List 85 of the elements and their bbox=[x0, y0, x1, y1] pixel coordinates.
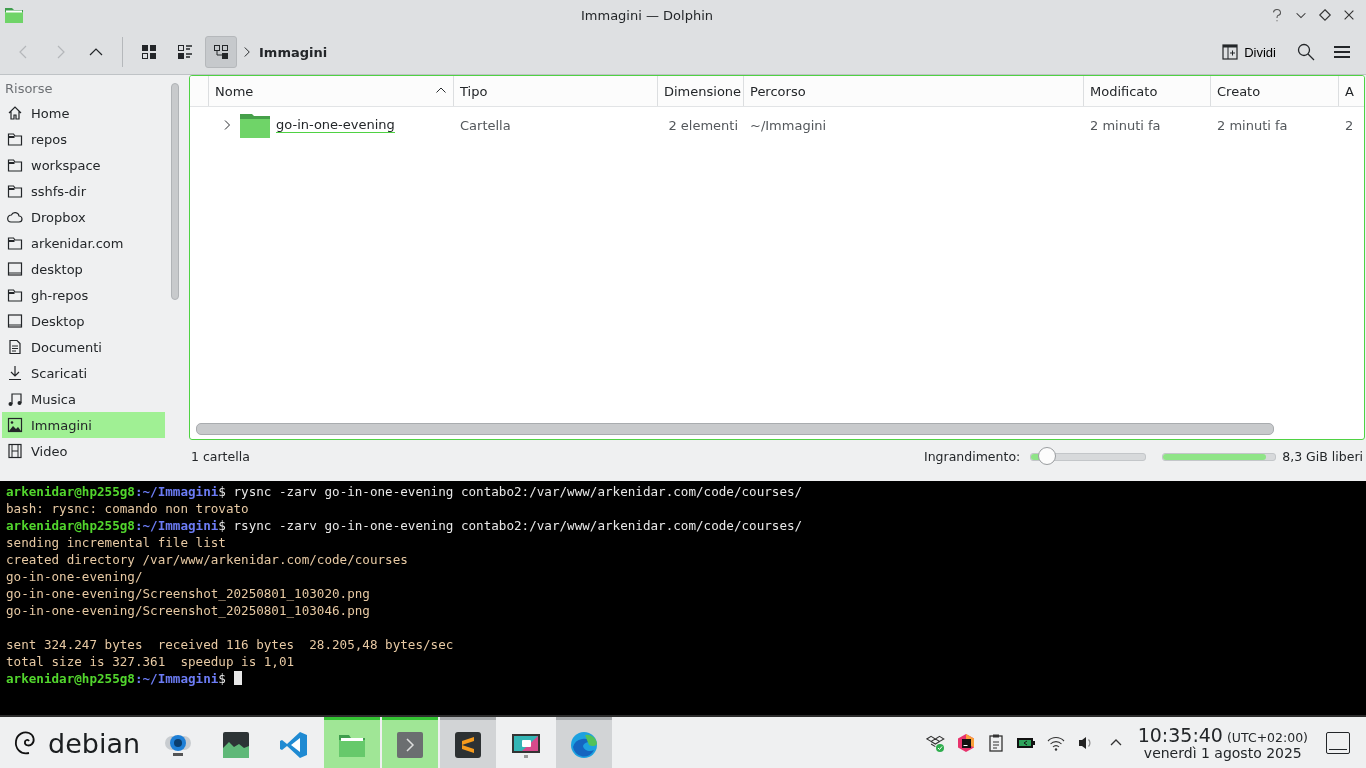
split-button[interactable]: Dividi bbox=[1222, 36, 1276, 68]
terminal[interactable] bbox=[0, 481, 1366, 715]
show-desktop-button[interactable] bbox=[1326, 732, 1350, 754]
taskbar-button[interactable] bbox=[440, 717, 497, 768]
column-header[interactable]: Tipo bbox=[453, 76, 657, 106]
table-cell-text: 2 bbox=[1344, 117, 1355, 133]
file-row[interactable]: go-in-one-evening Cartella 2 elementi ~/Immagini 2 minuti fa 2 minuti fa 2 bbox=[190, 107, 1364, 143]
cloud-icon bbox=[7, 209, 23, 225]
terminal-line: go-in-one-evening/ bbox=[6, 568, 144, 585]
sidebar-item[interactable]: Scaricati bbox=[2, 360, 165, 386]
table-cell-text: Cartella bbox=[459, 117, 512, 133]
column-header[interactable]: Percorso bbox=[743, 76, 1083, 106]
download-icon bbox=[7, 365, 23, 381]
document-icon bbox=[7, 339, 23, 355]
view-mode-button[interactable] bbox=[205, 36, 237, 68]
terminal-line: bash: rysnc: comando non trovato bbox=[6, 500, 250, 517]
breadcrumb[interactable]: Immagini bbox=[259, 44, 328, 60]
box-check-icon[interactable] bbox=[925, 733, 946, 753]
sidebar-item[interactable]: Documenti bbox=[2, 334, 165, 360]
folder-icon bbox=[240, 112, 270, 138]
table-cell-text: ~/Immagini bbox=[749, 117, 828, 133]
view-mode-icon bbox=[141, 44, 157, 60]
terminal-line: arkenidar@hp255g8:~/Immagini$ bbox=[6, 670, 1360, 687]
folder-icon bbox=[7, 287, 23, 303]
sidebar-item[interactable]: Immagini bbox=[2, 412, 165, 438]
split-view-icon bbox=[1222, 44, 1239, 60]
sidebar-item[interactable]: gh-repos bbox=[2, 282, 165, 308]
clock[interactable]: 10:35:40 (UTC+02:00) venerdì 1 agosto 2025 bbox=[1137, 717, 1308, 768]
terminal-line: sent 324.247 bytes received 116 bytes 28.205,48 bytes/sec bbox=[6, 636, 455, 653]
column-header[interactable]: Creato bbox=[1210, 76, 1338, 106]
help-icon bbox=[1270, 8, 1284, 22]
sidebar-item[interactable]: sshfs-dir bbox=[2, 178, 165, 204]
desktop-icon bbox=[7, 313, 23, 329]
clock-time: 10:35:40 bbox=[1137, 724, 1223, 746]
menu-icon bbox=[1333, 44, 1351, 60]
column-header[interactable]: Dimensione bbox=[657, 76, 743, 106]
terminal-line: arkenidar@hp255g8:~/Immagini$ rsync -zarv go-in-one-evening contabo2:/var/www/arkenidar.com/code/courses/ bbox=[6, 517, 804, 534]
scrollbar-thumb[interactable] bbox=[196, 423, 1274, 436]
table-cell-text: 2 minuti fa bbox=[1089, 117, 1162, 133]
status-summary: 1 cartella bbox=[191, 449, 250, 465]
scrollbar-thumb[interactable] bbox=[171, 83, 179, 300]
terminal-line: total size is 327.361 speedup is 1,01 bbox=[6, 653, 296, 670]
sidebar-item[interactable]: Home bbox=[2, 100, 165, 126]
maximize-icon bbox=[1318, 8, 1332, 22]
close-icon bbox=[1342, 8, 1356, 22]
table-cell-text: 2 elementi bbox=[667, 117, 739, 133]
search-icon bbox=[1297, 43, 1315, 61]
sidebar-item[interactable]: repos bbox=[2, 126, 165, 152]
hexagon-app-icon[interactable] bbox=[955, 733, 976, 753]
zoom-label: Ingrandimento: bbox=[924, 449, 1021, 465]
film-icon bbox=[7, 443, 23, 459]
sidebar-heading: Risorse bbox=[4, 80, 54, 98]
terminal-line: go-in-one-evening/Screenshot_20250801_103046.png bbox=[6, 602, 371, 619]
desktop-icon bbox=[7, 261, 23, 277]
terminal-line: arkenidar@hp255g8:~/Immagini$ rysnc -zarv go-in-one-evening contabo2:/var/www/arkenidar.com/code/courses/ bbox=[6, 483, 804, 500]
file-name[interactable]: go-in-one-evening bbox=[276, 117, 395, 133]
sidebar-item[interactable]: Musica bbox=[2, 386, 165, 412]
view-mode-icon bbox=[177, 44, 193, 60]
terminal-line: created directory /var/www/arkenidar.com/code/courses bbox=[6, 551, 409, 568]
folder-icon bbox=[7, 131, 23, 147]
window-title: Immagini — Dolphin bbox=[580, 7, 714, 23]
table-cell-text: 2 minuti fa bbox=[1216, 117, 1289, 133]
sidebar-item[interactable]: desktop bbox=[2, 256, 165, 282]
music-icon bbox=[7, 391, 23, 407]
folder-icon bbox=[7, 235, 23, 251]
column-header[interactable]: A bbox=[1338, 76, 1364, 106]
sidebar-item[interactable]: Desktop bbox=[2, 308, 165, 334]
terminal-line: sending incremental file list bbox=[6, 534, 227, 551]
clock-date: venerdì 1 agosto 2025 bbox=[1143, 745, 1302, 762]
terminal-line: go-in-one-evening/Screenshot_20250801_103020.png bbox=[6, 585, 371, 602]
column-header[interactable]: Nome bbox=[208, 76, 453, 106]
sidebar-item[interactable]: arkenidar.com bbox=[2, 230, 165, 256]
folder-icon bbox=[7, 157, 23, 173]
sidebar-item[interactable]: Dropbox bbox=[2, 204, 165, 230]
view-mode-icon bbox=[213, 44, 229, 60]
home-icon bbox=[7, 105, 23, 121]
free-space-label: 8,3 GiB liberi bbox=[1282, 449, 1363, 465]
sidebar-item[interactable]: Video bbox=[2, 438, 165, 464]
column-header[interactable]: Modificato bbox=[1083, 76, 1210, 106]
image-icon bbox=[7, 417, 23, 433]
folder-icon bbox=[4, 6, 24, 24]
folder-icon bbox=[7, 183, 23, 199]
timezone: (UTC+02:00) bbox=[1226, 730, 1308, 745]
sidebar-item[interactable]: workspace bbox=[2, 152, 165, 178]
application-menu[interactable]: debian bbox=[0, 717, 151, 768]
